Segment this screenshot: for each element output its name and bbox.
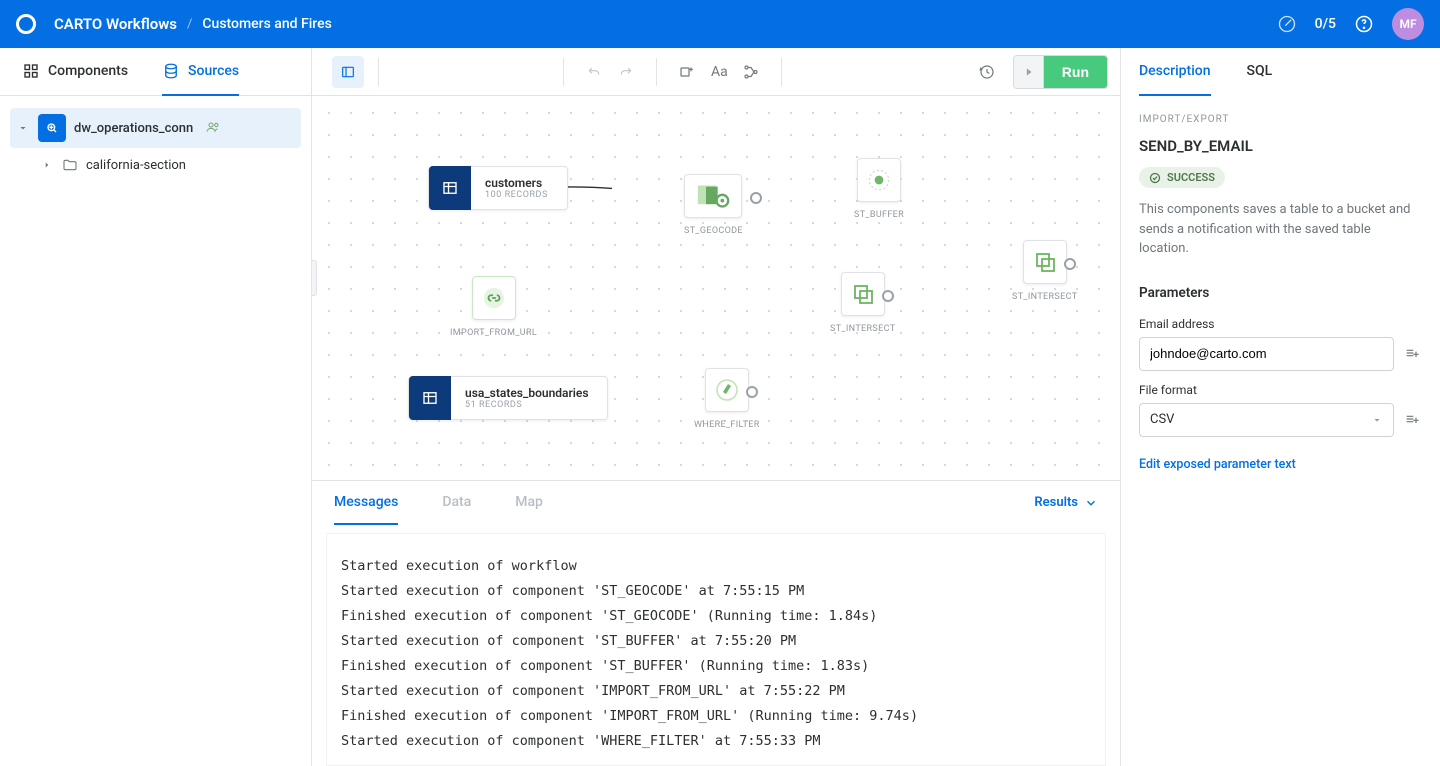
app-header: CARTO Workflows / Customers and Fires 0/…: [0, 0, 1440, 48]
panel-resize-handle[interactable]: [312, 260, 317, 296]
check-icon: [1149, 172, 1161, 184]
log-line: Finished execution of component 'IMPORT_…: [341, 704, 1091, 729]
app-logo[interactable]: [16, 14, 36, 34]
run-button[interactable]: Run: [1044, 56, 1107, 88]
workflow-name[interactable]: Customers and Fires: [202, 16, 331, 32]
node-port[interactable]: [882, 290, 894, 302]
breadcrumb-sep: /: [187, 17, 192, 32]
log-output[interactable]: Started execution of workflow Started ex…: [326, 533, 1106, 766]
filter-icon: [705, 368, 749, 412]
format-select[interactable]: CSV: [1139, 403, 1394, 437]
node-st-geocode[interactable]: ST_GEOCODE: [684, 174, 743, 236]
workflow-canvas[interactable]: customers 100 RECORDS usa_states_boundar…: [312, 96, 1120, 480]
connection-label: dw_operations_conn: [74, 121, 193, 136]
run-control: Run: [1013, 55, 1108, 89]
chevron-down-icon: [1371, 414, 1383, 426]
details-panel: Description SQL IMPORT/EXPORT SEND_BY_EM…: [1120, 48, 1440, 766]
log-line: Finished execution of component 'ST_GEOC…: [341, 604, 1091, 629]
folder-label: california-section: [86, 158, 186, 173]
tab-messages[interactable]: Messages: [334, 481, 398, 525]
edit-exposed-params-link[interactable]: Edit exposed parameter text: [1139, 457, 1422, 472]
redo-button[interactable]: [610, 56, 642, 88]
product-name: CARTO Workflows: [54, 15, 177, 33]
node-port[interactable]: [1064, 258, 1076, 270]
compass-icon[interactable]: [1277, 14, 1297, 34]
node-import-url[interactable]: IMPORT_FROM_URL: [450, 276, 537, 338]
output-panel: Messages Data Map Results Started execut…: [312, 480, 1120, 766]
add-component-button[interactable]: [671, 56, 703, 88]
log-line: Started execution of component 'WHERE_FI…: [341, 729, 1091, 754]
parameters-heading: Parameters: [1139, 285, 1422, 301]
chevron-down-icon[interactable]: [16, 121, 30, 135]
email-label: Email address: [1139, 317, 1422, 331]
source-node-customers[interactable]: customers 100 RECORDS: [428, 166, 568, 210]
component-category: IMPORT/EXPORT: [1139, 114, 1422, 125]
tab-sql[interactable]: SQL: [1247, 48, 1273, 96]
log-line: Started execution of component 'ST_BUFFE…: [341, 629, 1091, 654]
node-port[interactable]: [750, 192, 762, 204]
log-line: Started execution of component 'IMPORT_F…: [341, 679, 1091, 704]
run-step-button[interactable]: [1014, 56, 1044, 88]
history-button[interactable]: [971, 56, 1003, 88]
intersect-icon: [1023, 240, 1067, 284]
log-line: Started execution of component 'ST_GEOCO…: [341, 579, 1091, 604]
status-badge: SUCCESS: [1139, 167, 1225, 188]
panel-toggle-button[interactable]: [332, 56, 364, 88]
log-line: Finished execution of component 'ST_BUFF…: [341, 654, 1091, 679]
geocode-icon: [684, 174, 742, 218]
results-dropdown[interactable]: Results: [1034, 495, 1098, 510]
node-st-intersect-1[interactable]: ST_INTERSECT: [830, 272, 895, 334]
folder-icon: [62, 157, 78, 173]
grid-icon: [22, 62, 40, 80]
folder-row[interactable]: california-section: [10, 148, 301, 182]
text-button[interactable]: Aa: [703, 56, 735, 88]
help-icon[interactable]: [1354, 14, 1374, 34]
intersect-icon: [841, 272, 885, 316]
node-where-filter[interactable]: WHERE_FILTER: [694, 368, 760, 430]
graph-button[interactable]: [735, 56, 767, 88]
chevron-down-icon: [1084, 496, 1098, 510]
expose-param-icon[interactable]: [1404, 345, 1422, 363]
buffer-icon: [857, 158, 901, 202]
chevron-right-icon[interactable]: [40, 158, 54, 172]
database-icon: [162, 62, 180, 80]
format-label: File format: [1139, 383, 1422, 397]
left-sidebar: Components Sources dw_ope: [0, 48, 312, 766]
source-node-states[interactable]: usa_states_boundaries 51 RECORDS: [408, 376, 608, 420]
email-field[interactable]: [1139, 337, 1394, 371]
connection-row[interactable]: dw_operations_conn: [10, 108, 301, 148]
tab-map[interactable]: Map: [515, 481, 543, 525]
table-icon: [429, 166, 471, 210]
tab-sources[interactable]: Sources: [162, 48, 239, 96]
component-description: This components saves a table to a bucke…: [1139, 200, 1422, 259]
log-line: Started execution of workflow: [341, 554, 1091, 579]
component-title: SEND_BY_EMAIL: [1139, 137, 1422, 155]
tab-data[interactable]: Data: [442, 481, 471, 525]
node-port[interactable]: [746, 386, 758, 398]
node-st-intersect-2[interactable]: ST_INTERSECT: [1012, 240, 1077, 302]
credits-count[interactable]: 0/5: [1315, 16, 1336, 32]
tab-components[interactable]: Components: [22, 48, 128, 96]
avatar[interactable]: MF: [1392, 8, 1424, 40]
users-icon: [205, 119, 223, 137]
tab-description[interactable]: Description: [1139, 48, 1211, 96]
link-icon: [472, 276, 516, 320]
undo-button[interactable]: [578, 56, 610, 88]
expose-param-icon[interactable]: [1404, 411, 1422, 429]
table-icon: [409, 376, 451, 420]
node-st-buffer[interactable]: ST_BUFFER: [854, 158, 904, 220]
query-icon: [38, 114, 66, 142]
canvas-toolbar: Aa Run: [312, 48, 1120, 96]
